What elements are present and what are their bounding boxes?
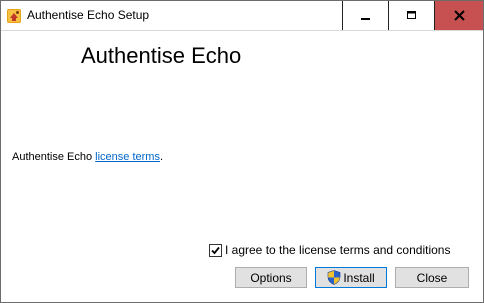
agree-label[interactable]: I agree to the license terms and conditi… bbox=[225, 243, 450, 257]
maximize-icon bbox=[406, 10, 416, 19]
maximize-button[interactable] bbox=[388, 1, 434, 30]
setup-window: Authentise Echo Setup Authentise Echo Au… bbox=[0, 0, 484, 303]
install-button[interactable]: Install bbox=[315, 267, 387, 288]
close-button[interactable]: Close bbox=[395, 267, 469, 288]
uac-shield-icon bbox=[328, 270, 341, 285]
license-prefix: Authentise Echo bbox=[12, 151, 96, 163]
title-bar[interactable]: Authentise Echo Setup bbox=[1, 1, 483, 30]
product-heading: Authentise Echo bbox=[81, 43, 242, 68]
license-suffix: . bbox=[159, 151, 164, 163]
agree-checkbox[interactable] bbox=[209, 243, 222, 257]
close-icon bbox=[453, 10, 465, 21]
title-bar-divider bbox=[1, 30, 483, 31]
options-label: Options bbox=[250, 270, 292, 285]
license-statement: Authentise Echo license terms. bbox=[12, 151, 163, 163]
minimize-icon bbox=[360, 17, 370, 20]
options-button[interactable]: Options bbox=[235, 267, 307, 288]
agree-checkbox-row[interactable]: I agree to the license terms and conditi… bbox=[209, 243, 450, 257]
license-terms-link[interactable]: license terms bbox=[95, 151, 160, 163]
minimize-button[interactable] bbox=[342, 1, 388, 30]
window-title: Authentise Echo Setup bbox=[27, 8, 150, 22]
close-label: Close bbox=[416, 270, 448, 285]
installer-icon bbox=[7, 9, 21, 23]
install-label: Install bbox=[343, 270, 375, 285]
checkmark-icon bbox=[211, 246, 220, 254]
close-window-button[interactable] bbox=[434, 1, 483, 30]
